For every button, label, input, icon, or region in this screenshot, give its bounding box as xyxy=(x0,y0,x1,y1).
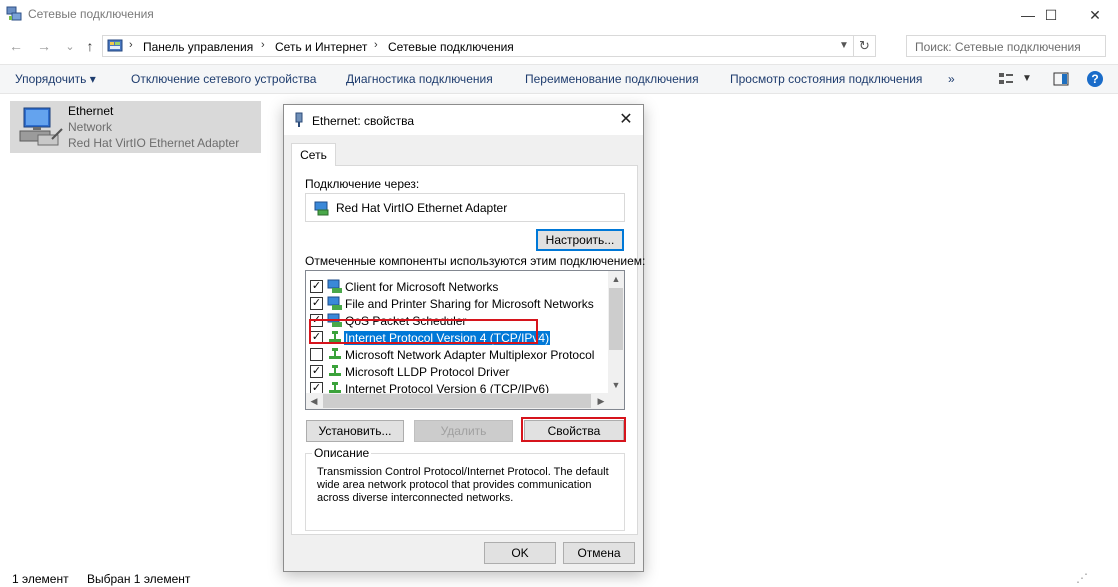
scroll-right-icon[interactable]: ▶ xyxy=(593,393,609,409)
dialog-close-button[interactable]: ✕ xyxy=(613,108,639,132)
selected-count: Выбран 1 элемент xyxy=(87,572,191,586)
window-title: Сетевые подключения xyxy=(28,7,154,21)
network-service-icon xyxy=(327,296,342,310)
component-checkbox[interactable]: ✓ xyxy=(310,297,323,310)
network-protocol-icon xyxy=(329,348,341,359)
component-label: Internet Protocol Version 4 (TCP/IPv4) xyxy=(342,330,552,346)
address-history-dropdown[interactable]: ▼ xyxy=(837,38,851,54)
component-checkbox[interactable]: ✓ xyxy=(310,365,323,378)
breadcrumb-separator: › xyxy=(129,39,133,51)
connection-name: Ethernet xyxy=(68,104,114,118)
connection-adapter: Red Hat VirtIO Ethernet Adapter xyxy=(68,136,240,150)
change-view-icon[interactable] xyxy=(998,71,1014,87)
install-button[interactable]: Установить... xyxy=(306,420,404,442)
list-item[interactable]: ✓ Client for Microsoft Networks xyxy=(306,278,609,295)
ethernet-adapter-icon xyxy=(19,107,63,146)
dialog-titlebar: Ethernet: свойства ✕ xyxy=(284,105,643,135)
network-plug-icon xyxy=(295,112,303,127)
preview-pane-icon[interactable] xyxy=(1053,71,1069,87)
list-item[interactable]: ✓ QoS Packet Scheduler xyxy=(306,312,609,329)
breadcrumb-network-connections[interactable]: Сетевые подключения xyxy=(388,40,514,54)
vertical-scrollbar[interactable]: ▲ ▼ xyxy=(608,271,624,393)
resize-grip-icon[interactable]: ⋰ xyxy=(1076,571,1088,585)
navigation-bar: ← → ⌄ ↑ › Панель управления › Сеть и Инт… xyxy=(0,33,1118,59)
disable-device-button[interactable]: Отключение сетевого устройства xyxy=(131,72,316,86)
component-label: Client for Microsoft Networks xyxy=(345,280,499,294)
svg-text:?: ? xyxy=(1091,72,1098,86)
scroll-up-icon[interactable]: ▲ xyxy=(608,271,624,287)
network-client-icon xyxy=(327,279,342,293)
list-item[interactable]: ✓ File and Printer Sharing for Microsoft… xyxy=(306,295,609,312)
adapter-display: Red Hat VirtIO Ethernet Adapter xyxy=(305,193,625,222)
network-protocol-icon xyxy=(329,331,341,342)
breadcrumb-separator: › xyxy=(261,39,265,51)
uninstall-button: Удалить xyxy=(414,420,513,442)
help-icon[interactable]: ? xyxy=(1086,70,1104,88)
description-group: Описание Transmission Control Protocol/I… xyxy=(305,446,625,531)
close-button[interactable]: ✕ xyxy=(1072,0,1118,30)
forward-button[interactable]: → xyxy=(34,36,54,56)
component-label: Microsoft LLDP Protocol Driver xyxy=(345,365,510,379)
breadcrumb-control-panel[interactable]: Панель управления xyxy=(143,40,253,54)
address-bar[interactable]: › Панель управления › Сеть и Интернет › … xyxy=(102,35,876,57)
network-tab-panel: Подключение через: Red Hat VirtIO Ethern… xyxy=(291,165,645,535)
component-checkbox[interactable]: ✓ xyxy=(310,331,323,344)
diagnose-connection-button[interactable]: Диагностика подключения xyxy=(346,72,493,86)
ethernet-connection-item[interactable]: Ethernet Network Red Hat VirtIO Ethernet… xyxy=(10,101,261,153)
back-button[interactable]: ← xyxy=(6,36,26,56)
view-status-button[interactable]: Просмотр состояния подключения xyxy=(730,72,922,86)
components-list[interactable]: ✓ Client for Microsoft Networks ✓ File a… xyxy=(305,270,625,410)
scroll-down-icon[interactable]: ▼ xyxy=(608,377,624,393)
dialog-title: Ethernet: свойства xyxy=(312,114,415,128)
view-options-dropdown-icon[interactable]: ▼ xyxy=(1022,73,1032,89)
list-item[interactable]: Microsoft Network Adapter Multiplexor Pr… xyxy=(306,346,609,363)
component-label: Microsoft Network Adapter Multiplexor Pr… xyxy=(345,348,595,362)
horizontal-scrollbar[interactable]: ◀ ▶ xyxy=(306,393,624,409)
component-checkbox[interactable] xyxy=(310,348,323,361)
search-placeholder: Поиск: Сетевые подключения xyxy=(915,40,1081,54)
components-label: Отмеченные компоненты используются этим … xyxy=(305,254,646,268)
breadcrumb-network-internet[interactable]: Сеть и Интернет xyxy=(275,40,367,54)
component-checkbox[interactable]: ✓ xyxy=(310,314,323,327)
window-titlebar: Сетевые подключения — ☐ ✕ xyxy=(0,0,1118,30)
scroll-thumb[interactable] xyxy=(323,394,591,408)
scroll-thumb[interactable] xyxy=(609,288,623,350)
ethernet-properties-dialog: Ethernet: свойства ✕ Сеть Подключение че… xyxy=(283,104,645,572)
maximize-button[interactable]: ☐ xyxy=(1028,0,1074,30)
control-panel-icon xyxy=(107,39,123,52)
properties-button[interactable]: Свойства xyxy=(524,420,624,442)
item-count: 1 элемент xyxy=(12,572,69,586)
list-item[interactable]: ✓ Microsoft LLDP Protocol Driver xyxy=(306,363,609,380)
description-text: Transmission Control Protocol/Internet P… xyxy=(317,466,609,504)
breadcrumb-separator: › xyxy=(374,39,378,51)
configure-button[interactable]: Настроить... xyxy=(536,229,624,251)
component-label: QoS Packet Scheduler xyxy=(345,314,467,328)
more-commands-button[interactable]: » xyxy=(948,72,955,86)
connect-using-label: Подключение через: xyxy=(305,177,420,191)
command-bar: Упорядочить ▾ Отключение сетевого устрой… xyxy=(0,64,1118,94)
refresh-icon[interactable]: ↻ xyxy=(853,36,875,56)
connection-network: Network xyxy=(68,120,113,134)
rename-connection-button[interactable]: Переименование подключения xyxy=(525,72,699,86)
network-service-icon xyxy=(327,313,342,327)
component-checkbox[interactable]: ✓ xyxy=(310,280,323,293)
ok-button[interactable]: OK xyxy=(484,542,556,564)
search-input[interactable]: Поиск: Сетевые подключения xyxy=(906,35,1106,57)
network-protocol-icon xyxy=(329,365,341,376)
scroll-left-icon[interactable]: ◀ xyxy=(306,393,322,409)
component-label: File and Printer Sharing for Microsoft N… xyxy=(345,297,594,311)
network-adapter-icon xyxy=(314,201,329,216)
recent-locations-button[interactable]: ⌄ xyxy=(60,36,80,56)
list-item-selected[interactable]: ✓ Internet Protocol Version 4 (TCP/IPv4) xyxy=(306,329,609,346)
up-button[interactable]: ↑ xyxy=(80,36,100,56)
network-connections-icon xyxy=(6,6,22,21)
organize-menu[interactable]: Упорядочить ▾ xyxy=(15,72,96,86)
tab-network[interactable]: Сеть xyxy=(291,143,336,166)
adapter-name: Red Hat VirtIO Ethernet Adapter xyxy=(336,201,508,215)
cancel-button[interactable]: Отмена xyxy=(563,542,635,564)
description-legend: Описание xyxy=(312,446,372,460)
